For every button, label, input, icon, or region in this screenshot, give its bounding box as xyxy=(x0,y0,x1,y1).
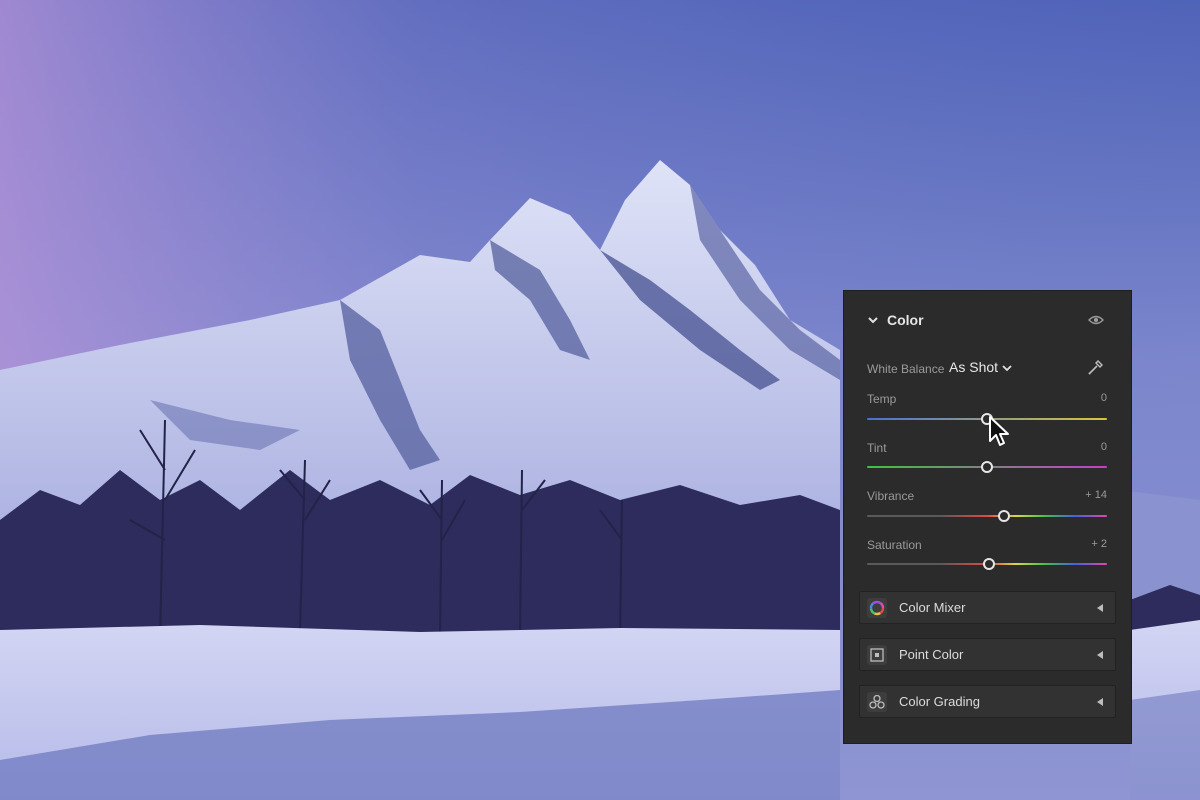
color-mixer-label: Color Mixer xyxy=(899,600,966,615)
tint-value[interactable]: 0 xyxy=(1101,441,1107,453)
vibrance-label: Vibrance xyxy=(867,489,915,503)
color-grading-icon xyxy=(867,692,887,712)
tint-slider-thumb[interactable] xyxy=(981,461,993,473)
eye-icon[interactable] xyxy=(1087,312,1105,328)
color-panel: Color White Balance As Shot Temp 0 Tint … xyxy=(843,290,1132,744)
saturation-value[interactable]: + 2 xyxy=(1091,538,1107,550)
tint-label: Tint xyxy=(867,441,887,455)
color-grading-panel[interactable]: Color Grading xyxy=(859,685,1116,718)
point-color-icon xyxy=(867,645,887,665)
eyedropper-icon[interactable] xyxy=(1087,358,1105,376)
saturation-slider-thumb[interactable] xyxy=(983,558,996,570)
vibrance-value[interactable]: + 14 xyxy=(1085,489,1107,501)
vibrance-slider-thumb[interactable] xyxy=(997,510,1010,522)
point-color-panel[interactable]: Point Color xyxy=(859,638,1116,671)
color-wheel-icon xyxy=(867,598,887,618)
temp-value[interactable]: 0 xyxy=(1101,392,1107,404)
collapse-arrow-icon xyxy=(1097,604,1103,612)
point-color-label: Point Color xyxy=(899,647,964,662)
white-balance-label: White Balance xyxy=(867,362,945,376)
color-panel-header[interactable]: Color xyxy=(844,291,1131,349)
color-grading-label: Color Grading xyxy=(899,694,980,709)
temp-label: Temp xyxy=(867,392,897,406)
mouse-cursor-icon xyxy=(989,416,1009,446)
panel-title: Color xyxy=(887,312,924,328)
chevron-down-icon[interactable] xyxy=(1001,362,1013,374)
collapse-arrow-icon xyxy=(1097,698,1103,706)
collapse-arrow-icon xyxy=(1097,651,1103,659)
color-mixer-panel[interactable]: Color Mixer xyxy=(859,591,1116,624)
vibrance-slider-track[interactable] xyxy=(867,515,1107,517)
saturation-label: Saturation xyxy=(867,538,922,552)
white-balance-dropdown[interactable]: As Shot xyxy=(949,359,998,375)
chevron-down-icon[interactable] xyxy=(866,313,880,327)
